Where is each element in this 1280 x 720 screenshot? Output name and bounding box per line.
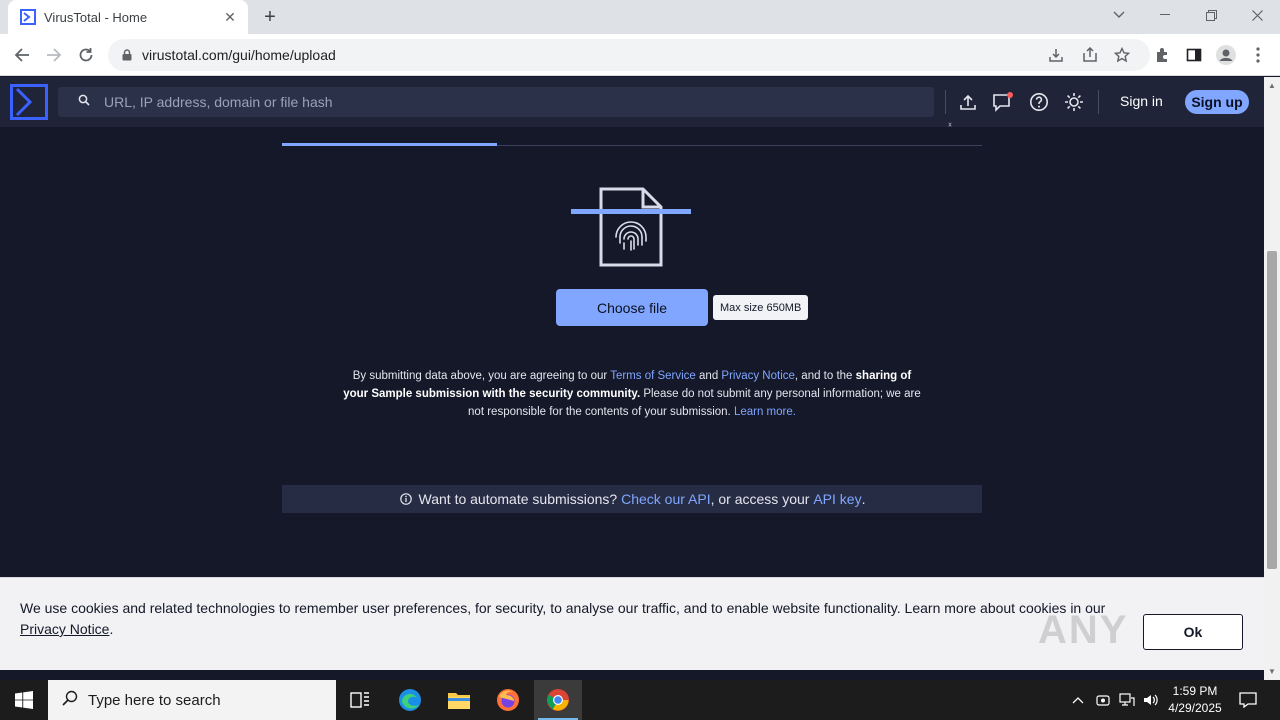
cookie-text-end: . [109,621,114,637]
terms-text: By submitting data above, you are agreei… [352,370,611,382]
cookie-text: We use cookies and related technologies … [20,600,1106,616]
search-icon [78,93,90,111]
scroll-up-arrow-icon[interactable]: ▲ [1268,81,1276,90]
automate-text: . [861,491,866,507]
show-hidden-icons-chevron-icon[interactable] [1068,680,1088,720]
edge-browser-icon[interactable] [386,680,434,720]
reload-icon[interactable] [72,41,100,69]
task-view-icon[interactable] [336,680,384,720]
system-clock[interactable]: 1:59 PM 4/29/2025 [1160,683,1230,717]
help-icon[interactable] [1028,91,1050,113]
browser-toolbar: virustotal.com/gui/home/upload [0,34,1280,76]
tab-file-active-indicator[interactable] [282,143,497,146]
clock-date: 4/29/2025 [1168,701,1222,715]
scrollbar-thumb[interactable] [1267,251,1277,569]
terms-text: and [695,370,722,382]
site-header: Sign in Sign up [0,77,1264,127]
sign-in-link[interactable]: Sign in [1120,93,1163,109]
sign-up-button[interactable]: Sign up [1185,90,1249,114]
network-icon[interactable] [1116,680,1138,720]
search-icon [62,690,78,711]
theme-toggle-sun-icon[interactable] [1063,91,1085,113]
clock-time: 1:59 PM [1172,684,1218,698]
close-tab-icon[interactable]: ✕ [222,9,238,25]
cookie-ok-button[interactable]: Ok [1143,614,1243,650]
extensions-icon[interactable] [1151,44,1173,66]
search-input[interactable] [104,94,884,110]
taskbar-search-box[interactable]: Type here to search [48,680,336,720]
terms-notice: By submitting data above, you are agreei… [340,367,924,421]
new-tab-button[interactable]: + [258,5,282,29]
cookie-privacy-notice-link[interactable]: Privacy Notice [20,621,109,637]
install-app-icon[interactable] [1046,45,1066,65]
api-automation-banner: Want to automate submissions? Check our … [282,485,982,513]
learn-more-link[interactable]: Learn more. [734,406,796,418]
firefox-icon[interactable] [484,680,532,720]
side-panel-icon[interactable] [1183,44,1205,66]
header-divider [945,90,946,114]
terms-text: , and to the [794,370,856,382]
header-divider [1098,90,1099,114]
browser-tab[interactable]: VirusTotal - Home ✕ [8,0,248,34]
file-explorer-icon[interactable] [435,680,483,720]
notifications-icon[interactable] [1234,680,1262,720]
virustotal-favicon-icon [20,9,36,25]
check-api-link[interactable]: Check our API [621,491,711,507]
url-text: virustotal.com/gui/home/upload [142,47,336,63]
scroll-down-arrow-icon[interactable]: ▼ [1268,667,1276,676]
cookie-message: We use cookies and related technologies … [20,598,1120,640]
chrome-taskbar-icon[interactable] [534,680,582,720]
page-scrollbar[interactable]: ▲ ▼ [1264,77,1280,680]
forward-icon[interactable] [40,41,68,69]
fingerprint-file-icon [570,185,694,269]
security-tray-icon[interactable] [1092,680,1114,720]
close-window-icon[interactable] [1234,0,1280,30]
terms-of-service-link[interactable]: Terms of Service [610,370,696,382]
back-icon[interactable] [8,41,36,69]
windows-start-icon[interactable] [0,680,48,720]
taskbar-search-placeholder: Type here to search [88,691,221,709]
info-icon [399,492,413,506]
minimize-icon[interactable] [1142,0,1188,30]
chrome-menu-icon[interactable] [1247,44,1269,66]
restore-icon[interactable] [1188,0,1234,30]
upload-icon[interactable] [957,91,979,113]
virustotal-logo-icon[interactable] [10,84,48,120]
windows-taskbar: Type here to search 1:59 PM 4/29/2025 [0,680,1280,720]
automate-text: Want to automate submissions? [418,491,618,507]
tab-title: VirusTotal - Home [44,9,148,25]
volume-icon[interactable] [1140,680,1162,720]
upload-panel: ͯ Choose file Max size 650MB By submitti… [0,127,1264,577]
browser-tab-strip: VirusTotal - Home ✕ + [0,0,1280,34]
cookie-banner: We use cookies and related technologies … [0,577,1264,681]
privacy-notice-link[interactable]: Privacy Notice [721,370,795,382]
max-size-tooltip: Max size 650MB [713,295,809,320]
site-search-bar[interactable] [58,87,934,117]
bookmark-star-icon[interactable] [1112,45,1132,65]
profile-avatar-icon[interactable] [1215,44,1237,66]
tab-search-icon[interactable] [1096,0,1142,30]
chat-notification-icon[interactable] [992,91,1014,113]
api-key-link[interactable]: API key [813,491,861,507]
automate-text: , or access your [710,491,810,507]
lock-icon [120,48,134,62]
share-icon[interactable] [1080,45,1100,65]
address-bar[interactable]: virustotal.com/gui/home/upload [108,39,1150,71]
choose-file-button[interactable]: Choose file [556,289,708,326]
